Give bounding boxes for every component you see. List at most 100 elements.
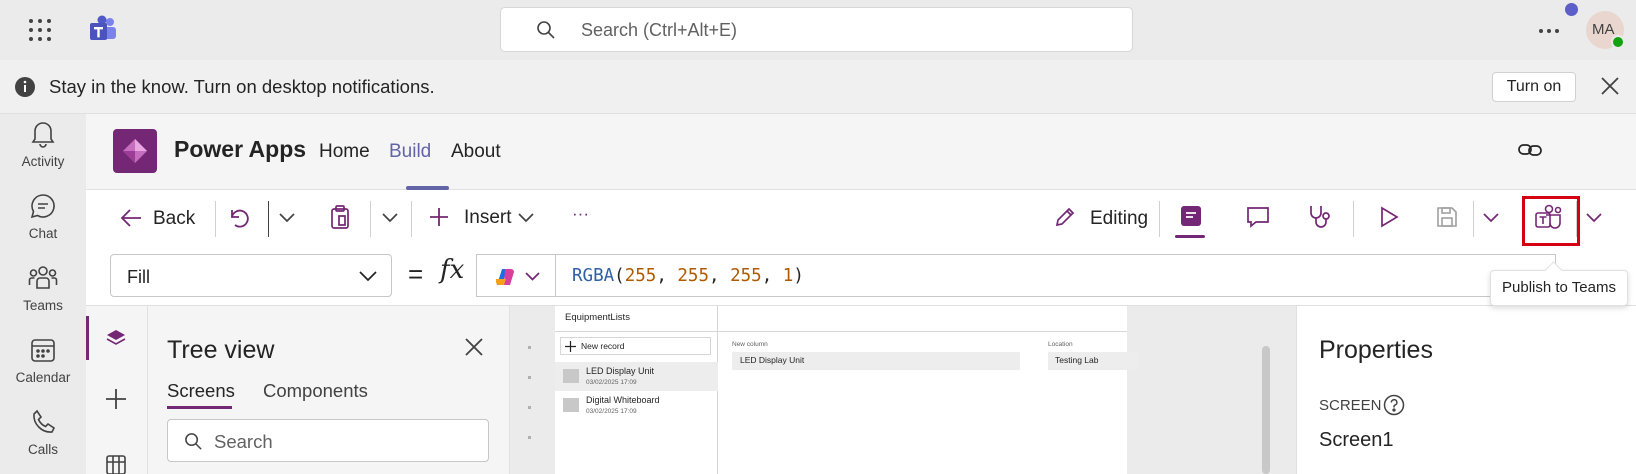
app-launcher-icon[interactable] — [28, 18, 52, 42]
info-icon — [14, 76, 36, 98]
layers-icon[interactable] — [105, 328, 127, 350]
avatar[interactable]: MA — [1586, 11, 1625, 49]
divider — [370, 201, 371, 237]
chat-icon — [30, 194, 55, 219]
image-placeholder-icon — [563, 398, 579, 412]
pencil-icon — [1054, 206, 1076, 228]
paste-icon[interactable] — [330, 205, 350, 229]
formula-code: RGBA(255, 255, 255, 1) — [572, 266, 804, 286]
save-icon[interactable] — [1436, 206, 1458, 228]
list-item[interactable]: LED Display Unit 03/02/2025 17:09 — [555, 362, 718, 391]
grid-dot — [528, 406, 531, 409]
formula-input[interactable]: RGBA(255, 255, 255, 1) — [476, 254, 1556, 297]
bell-icon — [31, 122, 55, 148]
close-icon[interactable] — [465, 338, 483, 356]
app-canvas[interactable]: EquipmentLists New record LED Display Un… — [510, 306, 1296, 474]
tree-search-input[interactable]: Search — [167, 419, 489, 462]
chevron-down-icon[interactable] — [518, 213, 534, 223]
rail-item-chat[interactable]: Chat — [0, 192, 86, 241]
tree-search-placeholder: Search — [214, 431, 273, 452]
more-options-icon[interactable] — [1538, 28, 1560, 34]
active-indicator — [1175, 235, 1205, 238]
data-table-icon[interactable] — [105, 454, 127, 474]
rail-item-teams[interactable]: Teams — [0, 264, 86, 313]
field-label: New column — [732, 341, 768, 348]
publish-to-teams-tooltip: Publish to Teams — [1490, 270, 1628, 306]
undo-icon[interactable] — [228, 207, 250, 229]
copilot-icon[interactable] — [493, 265, 519, 289]
fx-icon[interactable]: fx — [440, 255, 464, 285]
rail-item-calendar[interactable]: Calendar — [0, 336, 86, 385]
link-icon[interactable] — [1518, 141, 1542, 159]
plus-icon[interactable] — [105, 388, 127, 410]
screen-name: Screen1 — [1319, 429, 1394, 451]
record-date: 03/02/2025 17:09 — [586, 408, 637, 415]
rail-item-label: Calls — [27, 442, 58, 457]
image-placeholder-icon — [563, 369, 579, 383]
turn-on-button[interactable]: Turn on — [1492, 72, 1576, 102]
app-checker-icon[interactable] — [1179, 204, 1203, 228]
divider — [555, 255, 556, 296]
chevron-down-icon[interactable] — [1586, 213, 1602, 223]
power-apps-logo-icon — [113, 129, 157, 173]
more-commands-button[interactable]: ··· — [572, 204, 589, 224]
divider — [1473, 201, 1474, 237]
nav-home[interactable]: Home — [319, 141, 370, 163]
editing-status[interactable]: Editing — [1090, 208, 1148, 230]
screen-label: SCREEN — [1319, 397, 1382, 414]
play-icon[interactable] — [1379, 206, 1399, 228]
insert-button[interactable]: Insert — [464, 207, 512, 229]
notification-bar: Stay in the know. Turn on desktop notifi… — [0, 60, 1636, 114]
property-value: Fill — [127, 267, 150, 287]
chevron-down-icon[interactable] — [1483, 213, 1499, 223]
back-button[interactable]: Back — [153, 208, 195, 230]
new-record-button[interactable]: New record — [560, 337, 711, 355]
screen-preview[interactable]: EquipmentLists New record LED Display Un… — [555, 306, 1138, 474]
chevron-down-icon[interactable] — [279, 213, 295, 223]
chevron-down-icon[interactable] — [525, 272, 540, 281]
nav-build[interactable]: Build — [389, 141, 431, 163]
divider — [268, 201, 269, 237]
field-value[interactable]: LED Display Unit — [732, 352, 1020, 370]
stethoscope-icon[interactable] — [1308, 204, 1332, 230]
formula-arg: 255 — [730, 266, 762, 286]
field-text: LED Display Unit — [740, 355, 805, 365]
active-tab-indicator — [167, 406, 232, 409]
rail-item-activity[interactable]: Activity — [0, 120, 86, 169]
comment-icon[interactable] — [1246, 206, 1270, 228]
field-label: Location — [1048, 341, 1073, 348]
authoring-menu — [86, 306, 148, 474]
phone-icon — [33, 409, 56, 433]
property-dropdown[interactable]: Fill — [110, 254, 392, 297]
tab-components[interactable]: Components — [263, 380, 368, 402]
gallery-title: EquipmentLists — [565, 312, 630, 323]
app-title: Power Apps — [174, 136, 307, 162]
plus-icon — [565, 341, 576, 352]
rail-item-label: Calendar — [15, 370, 71, 385]
teams-logo-icon[interactable] — [88, 15, 118, 43]
search-placeholder: Search (Ctrl+Alt+E) — [581, 20, 738, 40]
list-item[interactable]: Digital Whiteboard 03/02/2025 17:09 — [555, 391, 718, 420]
grid-dot — [528, 346, 531, 349]
nav-about[interactable]: About — [451, 141, 501, 163]
chevron-down-icon[interactable] — [382, 213, 398, 223]
help-icon[interactable] — [1383, 394, 1405, 416]
field-text: Testing Lab — [1055, 355, 1099, 365]
power-apps-container: Power Apps Home Build About Back Insert … — [86, 114, 1636, 474]
properties-title: Properties — [1319, 336, 1433, 364]
rail-item-label: Teams — [23, 298, 63, 313]
back-arrow-icon[interactable] — [120, 208, 142, 228]
formula-bar: Fill = fx RGBA(255, 255, 255, 1) — [86, 248, 1636, 306]
rail-item-calls[interactable]: Calls — [0, 408, 86, 457]
field-value[interactable]: Testing Lab — [1048, 352, 1138, 370]
search-input[interactable]: Search (Ctrl+Alt+E) — [500, 7, 1133, 52]
plus-icon[interactable] — [429, 207, 449, 227]
notification-dot — [1565, 3, 1578, 16]
search-icon — [184, 432, 203, 451]
divider — [411, 201, 412, 237]
divider — [718, 331, 1127, 332]
formula-arg: 1 — [782, 266, 794, 286]
tab-screens[interactable]: Screens — [167, 380, 235, 402]
scrollbar[interactable] — [1262, 346, 1270, 474]
close-icon[interactable] — [1601, 77, 1619, 95]
